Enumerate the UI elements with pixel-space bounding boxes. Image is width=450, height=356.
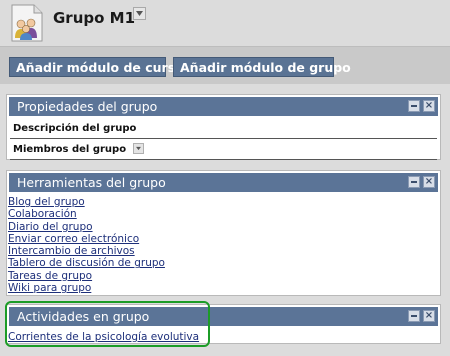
minimize-icon[interactable]	[408, 176, 420, 188]
tools-link-list: Blog del grupo Colaboración Diario del g…	[7, 194, 440, 294]
dropdown-menu-icon[interactable]	[132, 142, 144, 154]
tool-link-file-exchange[interactable]: Intercambio de archivos	[8, 245, 440, 257]
group-people-icon	[11, 4, 43, 42]
panel-title: Actividades en grupo	[17, 309, 150, 324]
activity-link[interactable]: Corrientes de la psicología evolutiva	[8, 331, 440, 343]
panel-title: Herramientas del grupo	[17, 175, 166, 190]
panel-title: Propiedades del grupo	[17, 99, 158, 114]
group-properties-panel: Propiedades del grupo × Descripción del …	[6, 94, 441, 160]
group-description-row[interactable]: Descripción del grupo	[10, 118, 437, 139]
group-activities-panel: Actividades en grupo × Corrientes de la …	[6, 304, 441, 344]
close-icon[interactable]: ×	[423, 176, 435, 188]
add-course-module-button[interactable]: Añadir módulo de curso	[9, 57, 184, 77]
group-members-label: Miembros del grupo	[13, 144, 127, 155]
group-members-row[interactable]: Miembros del grupo	[10, 139, 437, 160]
minimize-icon[interactable]	[408, 310, 420, 322]
group-tools-panel: Herramientas del grupo × Blog del grupo …	[6, 170, 441, 296]
page-title: Grupo M1	[53, 9, 136, 27]
dropdown-menu-icon[interactable]	[133, 7, 146, 20]
tool-link-journal[interactable]: Diario del grupo	[8, 221, 440, 233]
action-bar: Añadir módulo de curso Añadir módulo de …	[0, 46, 450, 84]
group-description-label: Descripción del grupo	[13, 123, 137, 134]
tool-link-send-email[interactable]: Enviar correo electrónico	[8, 233, 440, 245]
minimize-icon[interactable]	[408, 100, 420, 112]
panel-header: Actividades en grupo ×	[9, 307, 438, 326]
panel-header: Propiedades del grupo ×	[9, 97, 438, 116]
add-group-module-button[interactable]: Añadir módulo de grupo	[173, 57, 351, 77]
tool-link-collaboration[interactable]: Colaboración	[8, 208, 440, 220]
tool-link-wiki[interactable]: Wiki para grupo	[8, 282, 440, 294]
panel-header: Herramientas del grupo ×	[9, 173, 438, 192]
activities-link-list: Corrientes de la psicología evolutiva	[7, 328, 440, 343]
tool-link-group-tasks[interactable]: Tareas de grupo	[8, 270, 440, 282]
tool-link-blog[interactable]: Blog del grupo	[8, 196, 440, 208]
page-header: Grupo M1	[0, 0, 450, 46]
close-icon[interactable]: ×	[423, 310, 435, 322]
tool-link-discussion-board[interactable]: Tablero de discusión de grupo	[8, 257, 440, 269]
close-icon[interactable]: ×	[423, 100, 435, 112]
